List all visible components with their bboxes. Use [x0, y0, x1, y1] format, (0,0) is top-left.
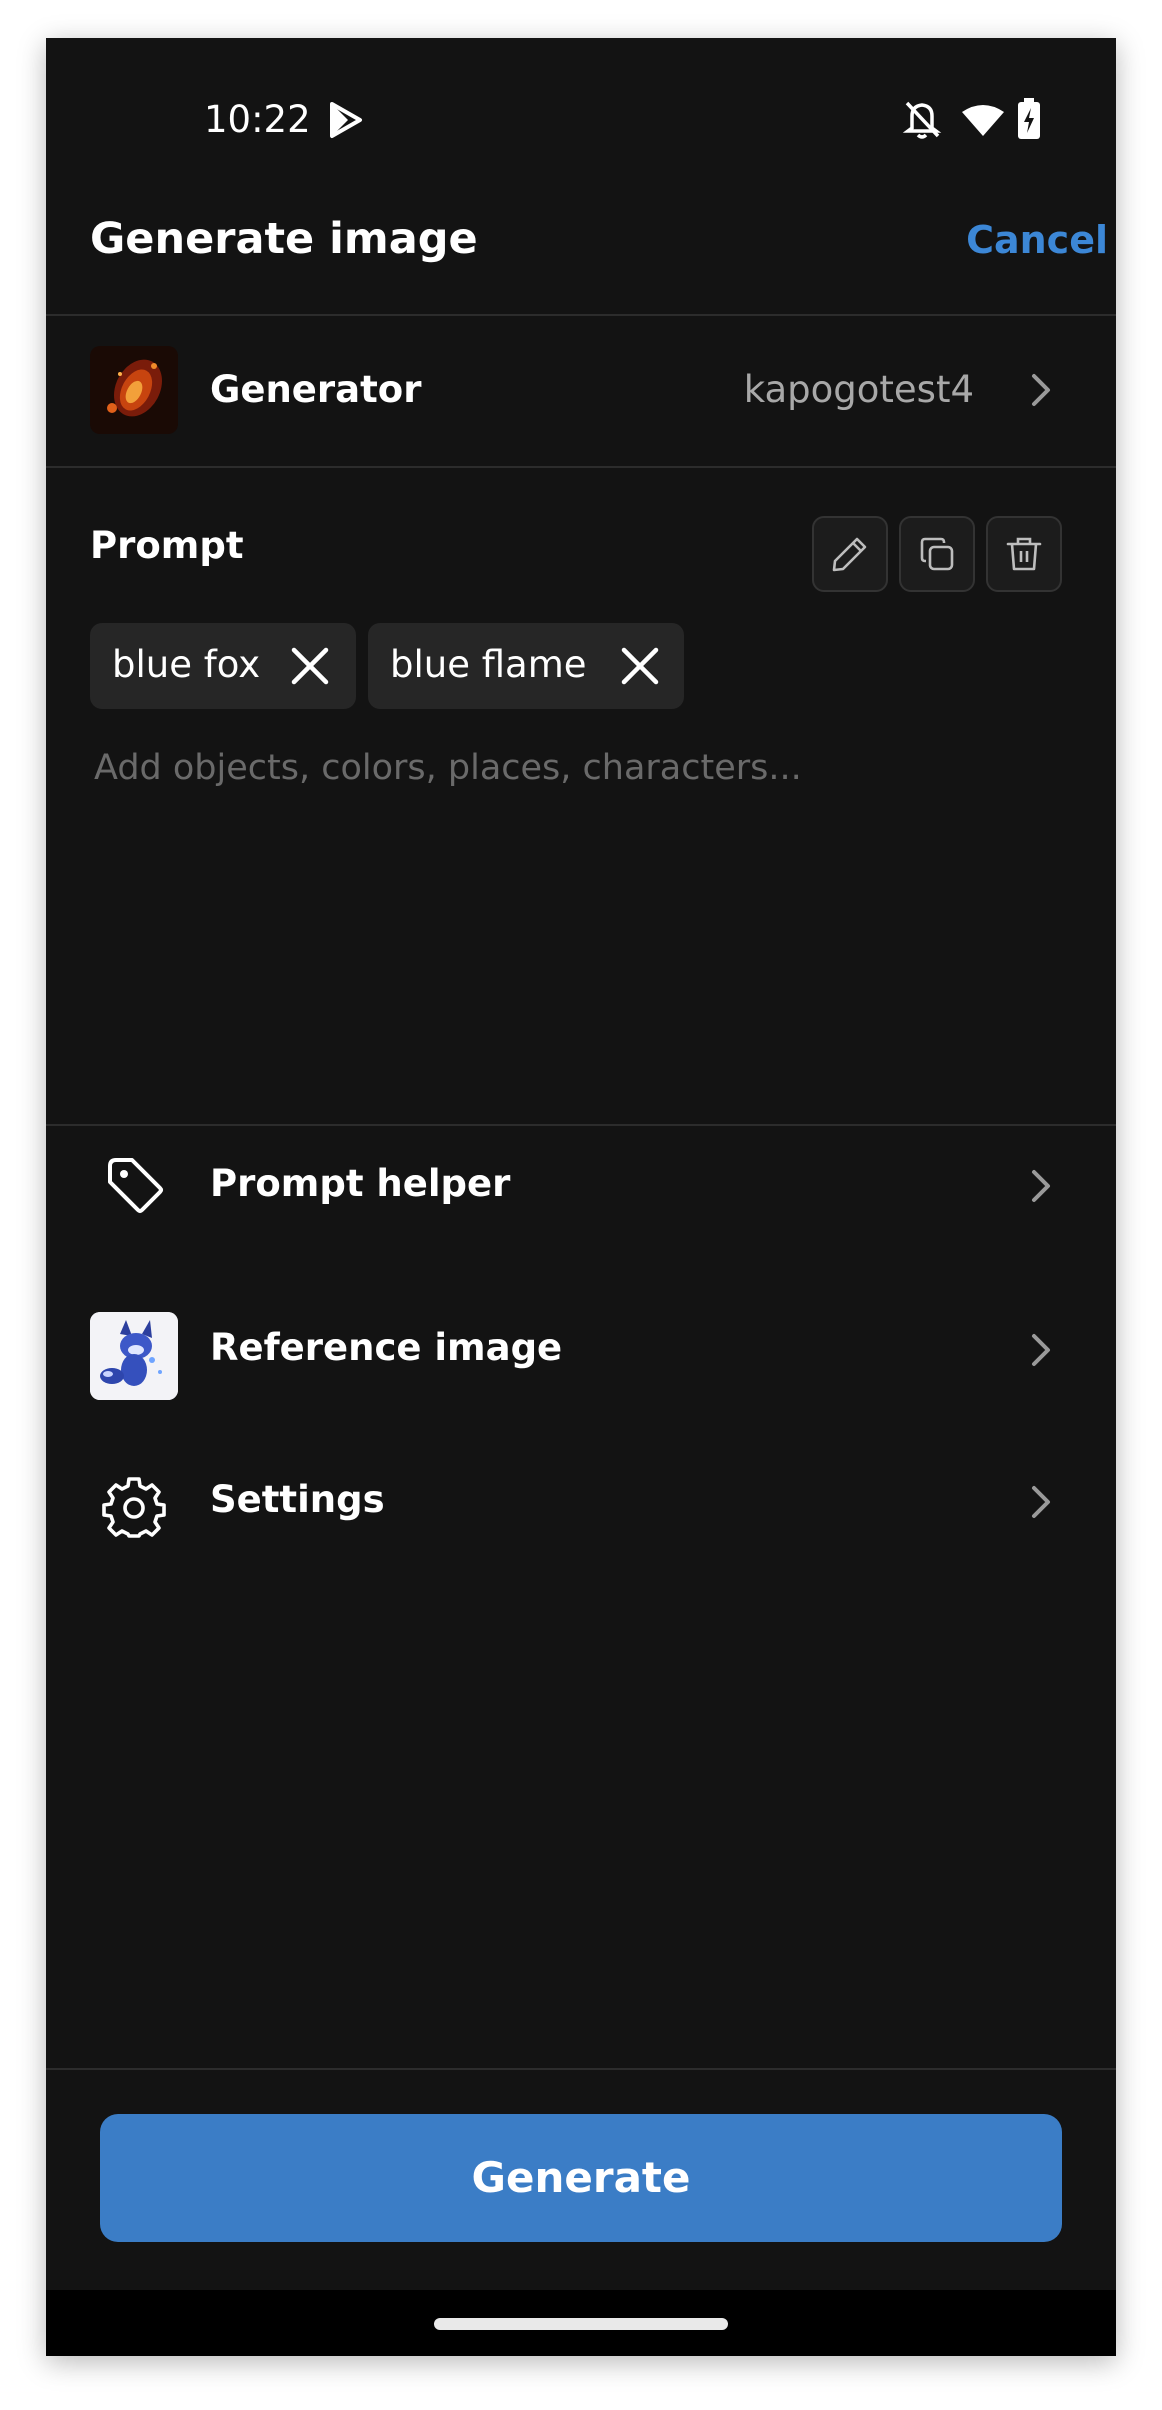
reference-image-thumbnail	[90, 1312, 178, 1400]
prompt-input-placeholder[interactable]: Add objects, colors, places, characters.…	[94, 748, 802, 788]
page-title: Generate image	[90, 214, 478, 264]
prompt-helper-label: Prompt helper	[210, 1162, 511, 1205]
reference-image-row[interactable]: Reference image	[46, 1276, 1116, 1428]
generator-row[interactable]: Generator kapogotest4	[46, 316, 1116, 466]
tag-icon	[108, 1158, 163, 1213]
generator-value: kapogotest4	[743, 368, 974, 411]
wifi-icon	[962, 105, 1004, 136]
prompt-chip[interactable]: blue flame	[368, 623, 684, 709]
battery-charging-icon	[1018, 98, 1040, 139]
bell-off-icon	[902, 101, 942, 139]
chevron-right-icon	[1032, 1170, 1050, 1202]
chip-label: blue flame	[390, 643, 587, 686]
status-time: 10:22	[204, 98, 311, 141]
edit-prompt-button[interactable]	[812, 516, 888, 592]
prompt-chip[interactable]: blue fox	[90, 623, 356, 709]
trash-icon	[1006, 537, 1042, 571]
divider	[46, 466, 1116, 468]
generator-label: Generator	[210, 368, 422, 411]
home-indicator[interactable]	[434, 2318, 728, 2330]
reference-image-label: Reference image	[210, 1326, 563, 1369]
chip-label: blue fox	[112, 643, 261, 686]
gear-icon	[102, 1477, 166, 1538]
phone-screen: 10:22 Generate image Cancel Generator ka…	[46, 38, 1116, 2356]
prompt-helper-row[interactable]: Prompt helper	[46, 1126, 1116, 1276]
chevron-right-icon	[1032, 1334, 1050, 1366]
edit-icon	[832, 537, 867, 572]
remove-chip-icon[interactable]	[288, 644, 332, 688]
clear-prompt-button[interactable]	[986, 516, 1062, 592]
settings-row[interactable]: Settings	[46, 1428, 1116, 1578]
play-store-icon	[330, 102, 362, 138]
settings-label: Settings	[210, 1478, 385, 1521]
chevron-right-icon	[1032, 374, 1050, 406]
copy-icon	[920, 537, 954, 571]
prompt-label: Prompt	[90, 524, 244, 567]
cancel-button[interactable]: Cancel	[902, 218, 1108, 262]
chevron-right-icon	[1032, 1486, 1050, 1518]
generator-thumbnail	[90, 346, 178, 434]
remove-chip-icon[interactable]	[618, 644, 662, 688]
divider	[46, 2068, 1116, 2070]
copy-prompt-button[interactable]	[899, 516, 975, 592]
generate-button[interactable]: Generate	[100, 2114, 1062, 2242]
